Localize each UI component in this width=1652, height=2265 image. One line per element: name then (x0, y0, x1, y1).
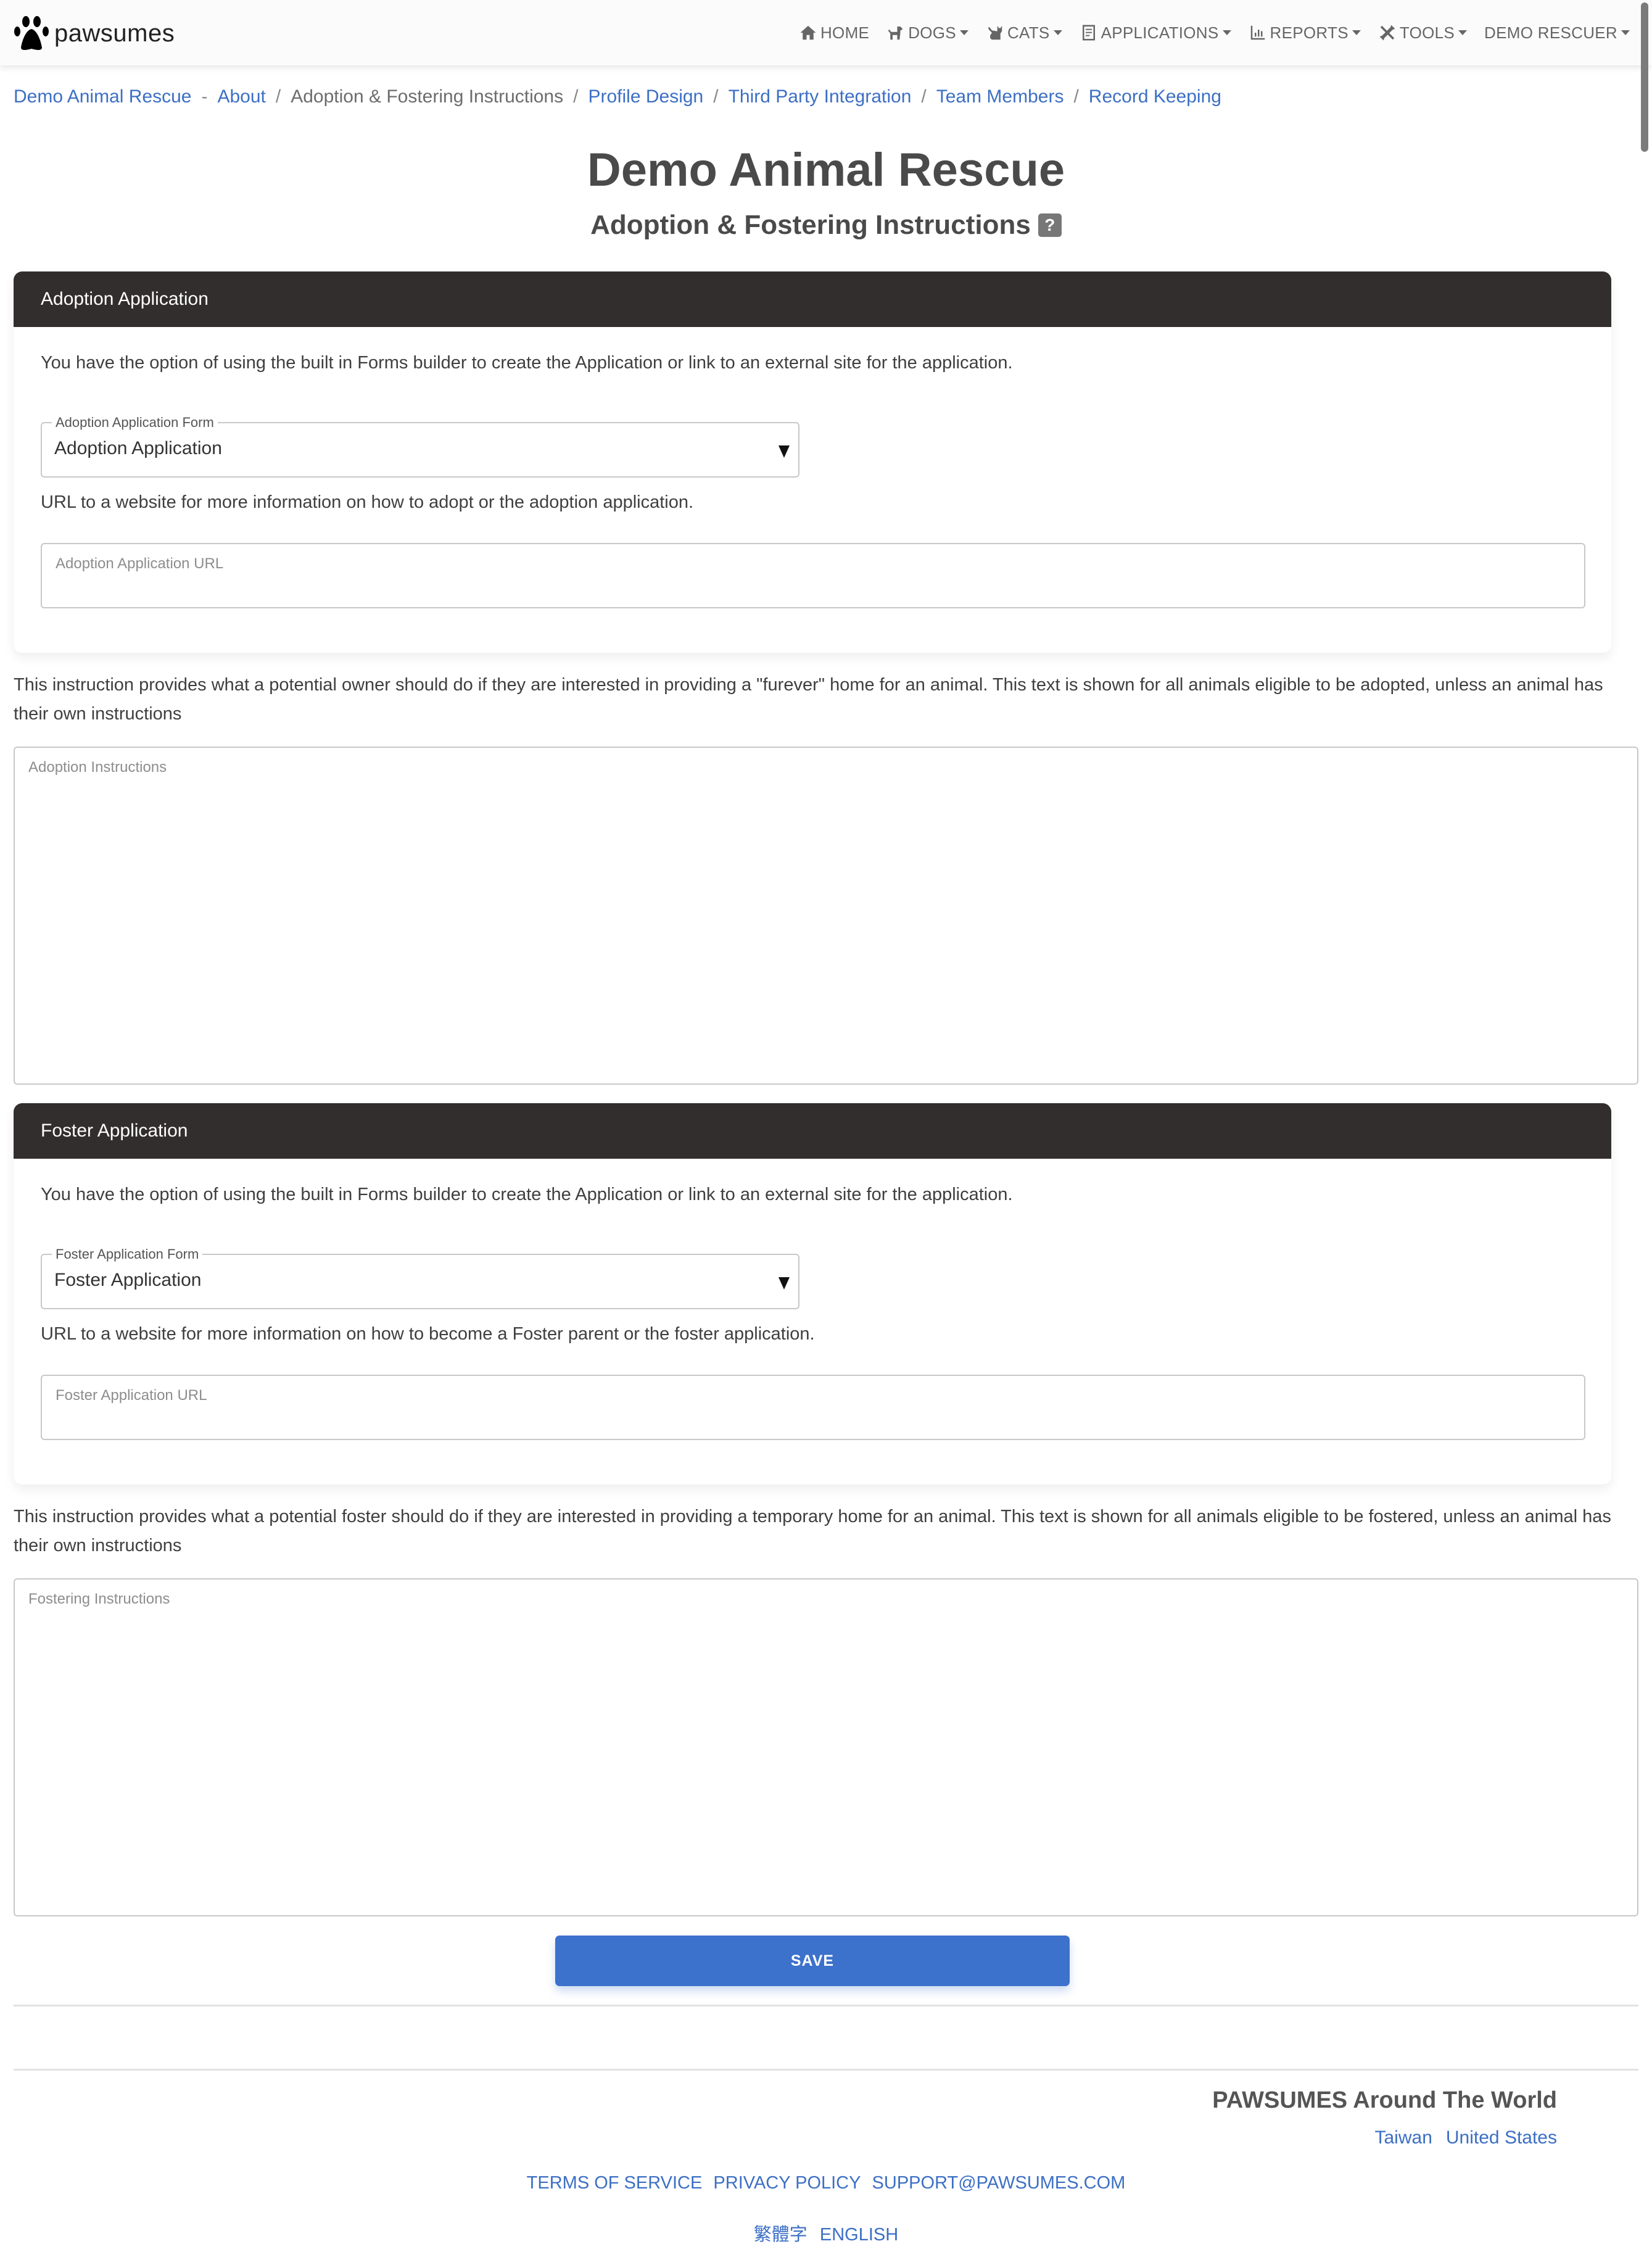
footer-country-links: Taiwan United States (1375, 2127, 1558, 2148)
bar-chart-icon (1250, 25, 1265, 40)
nav-cats-label: CATS (1007, 23, 1050, 42)
footer-legal-links: TERMS OF SERVICE PRIVACY POLICY SUPPORT@… (0, 2173, 1652, 2193)
breadcrumb-third-party-integration[interactable]: Third Party Integration (729, 86, 912, 107)
adoption-card-header: Adoption Application (14, 271, 1611, 327)
chevron-down-icon (1053, 30, 1062, 35)
footer-terms-of-service[interactable]: TERMS OF SERVICE (527, 2173, 703, 2193)
breadcrumb-current: Adoption & Fostering Instructions (291, 86, 564, 107)
footer-country-united-states[interactable]: United States (1446, 2127, 1557, 2148)
save-button[interactable]: SAVE (555, 1936, 1070, 1986)
chevron-down-icon (1222, 30, 1231, 35)
adoption-instructions-textarea[interactable]: Adoption Instructions (14, 747, 1638, 1085)
footer-language-links: 繁體字 ENGLISH (0, 2220, 1652, 2246)
nav-user-label: DEMO RESCUER (1484, 23, 1617, 42)
nav-reports-label: REPORTS (1270, 23, 1348, 42)
dropdown-arrow-icon (779, 445, 790, 458)
breadcrumb-separator: / (1073, 86, 1079, 107)
nav-applications-label: APPLICATIONS (1101, 23, 1219, 42)
adoption-application-card: Adoption Application You have the option… (14, 271, 1611, 653)
brand-logo[interactable]: pawsumes (14, 15, 175, 52)
adoption-url-input[interactable] (41, 543, 1585, 608)
breadcrumb-separator: / (713, 86, 719, 107)
nav-applications[interactable]: APPLICATIONS (1080, 23, 1231, 43)
nav-user-menu[interactable]: DEMO RESCUER (1484, 23, 1630, 43)
breadcrumb-separator: / (573, 86, 579, 107)
breadcrumb-record-keeping[interactable]: Record Keeping (1089, 86, 1221, 107)
adoption-url-help-text: URL to a website for more information on… (41, 492, 694, 512)
foster-application-card: Foster Application You have the option o… (14, 1103, 1611, 1484)
page-subtitle: Adoption & Fostering Instructions ? (0, 210, 1652, 241)
footer-country-taiwan[interactable]: Taiwan (1375, 2127, 1432, 2148)
page-scrollbar[interactable] (1641, 2, 1648, 152)
page-subtitle-text: Adoption & Fostering Instructions (590, 210, 1031, 240)
footer-privacy-policy[interactable]: PRIVACY POLICY (713, 2173, 861, 2193)
foster-instructions-input[interactable] (15, 1580, 1637, 1915)
foster-instructions-help-text: This instruction provides what a potenti… (14, 1507, 1611, 1555)
page-title: Demo Animal Rescue (587, 144, 1065, 196)
adoption-instructions-help-text: This instruction provides what a potenti… (14, 675, 1603, 724)
nav-dogs[interactable]: DOGS (886, 23, 968, 43)
nav-home-label: HOME (820, 23, 870, 42)
adoption-form-select[interactable]: Adoption Application Form Adoption Appli… (41, 415, 799, 478)
nav-cats[interactable]: CATS (986, 23, 1062, 43)
nav-dogs-label: DOGS (908, 23, 956, 42)
adoption-instructions-input[interactable] (15, 748, 1637, 1083)
foster-instructions-textarea[interactable]: Fostering Instructions (14, 1578, 1638, 1916)
foster-intro-text: You have the option of using the built i… (41, 1185, 1013, 1204)
footer-world-title: PAWSUMES Around The World (1212, 2087, 1557, 2113)
foster-url-input[interactable] (41, 1375, 1585, 1440)
dog-icon (888, 27, 903, 40)
chevron-down-icon (1352, 30, 1361, 35)
brand-name: pawsumes (54, 19, 175, 47)
breadcrumb-separator: - (201, 86, 208, 107)
breadcrumb-separator: / (921, 86, 927, 107)
divider (14, 2005, 1638, 2006)
cat-icon (988, 25, 1002, 40)
breadcrumb-profile-design[interactable]: Profile Design (588, 86, 703, 107)
nav-reports[interactable]: REPORTS (1249, 23, 1361, 43)
foster-card-header: Foster Application (14, 1103, 1611, 1159)
adoption-intro-text: You have the option of using the built i… (41, 353, 1013, 373)
chevron-down-icon (1458, 30, 1468, 35)
nav-tools-label: TOOLS (1399, 23, 1455, 42)
divider (14, 2069, 1638, 2071)
foster-form-select-value: Foster Application (54, 1270, 202, 1290)
home-icon (800, 25, 816, 40)
footer-lang-english[interactable]: ENGLISH (820, 2225, 898, 2245)
adoption-form-select-value: Adoption Application (54, 438, 222, 458)
footer-support-email[interactable]: SUPPORT@PAWSUMES.COM (872, 2173, 1126, 2193)
adoption-form-select-label: Adoption Application Form (52, 415, 218, 431)
chevron-down-icon (1621, 30, 1630, 35)
chevron-down-icon (959, 30, 968, 35)
breadcrumb-about[interactable]: About (217, 86, 265, 107)
breadcrumb-root[interactable]: Demo Animal Rescue (14, 86, 191, 107)
nav-menu: HOME DOGS CATS APPLICATIONS REPORTS TOOL… (782, 19, 1630, 47)
help-icon[interactable]: ? (1038, 213, 1062, 237)
clipboard-icon (1082, 25, 1095, 41)
nav-home[interactable]: HOME (799, 23, 869, 43)
breadcrumb: Demo Animal Rescue - About / Adoption & … (14, 86, 1221, 107)
foster-form-select[interactable]: Foster Application Form Foster Applicati… (41, 1246, 799, 1309)
top-navbar: pawsumes HOME DOGS CATS APPLICATIONS REP… (0, 0, 1652, 65)
paw-icon (14, 16, 49, 50)
foster-url-help-text: URL to a website for more information on… (41, 1324, 815, 1344)
footer-lang-traditional-chinese[interactable]: 繁體字 (754, 2225, 807, 2245)
dropdown-arrow-icon (779, 1277, 790, 1290)
breadcrumb-separator: / (275, 86, 281, 107)
nav-tools[interactable]: TOOLS (1378, 23, 1468, 43)
breadcrumb-team-members[interactable]: Team Members (936, 86, 1064, 107)
tools-icon (1379, 25, 1395, 41)
foster-form-select-label: Foster Application Form (52, 1246, 203, 1262)
